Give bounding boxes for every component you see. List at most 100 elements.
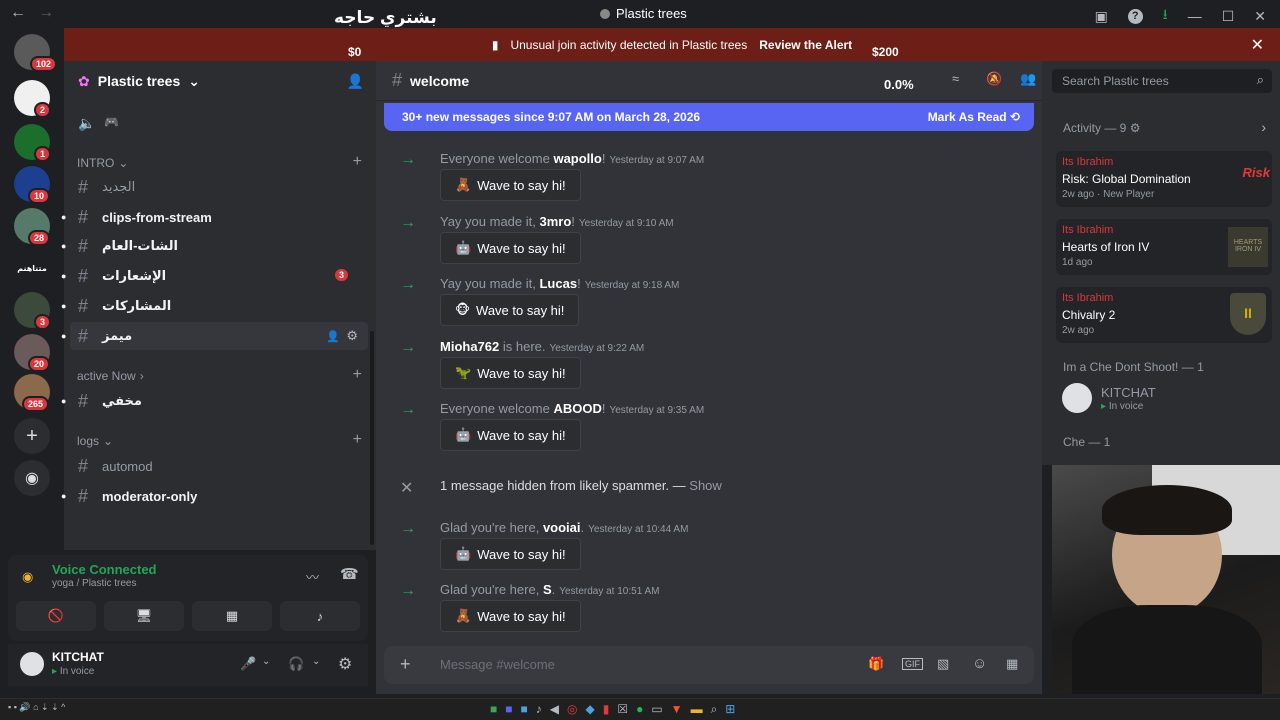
windows-start-icon[interactable]: ⊞ (725, 702, 735, 717)
taskbar-app-icon[interactable]: ▭ (651, 702, 662, 717)
threads-icon[interactable]: ≈ (952, 71, 959, 86)
activity-card[interactable]: Its Ibrahim Chivalry 2 2w ago II (1056, 287, 1272, 343)
scrollbar[interactable] (370, 331, 374, 545)
username[interactable]: wapollo (553, 151, 601, 166)
channel-item[interactable]: ● # مخفي (61, 387, 364, 415)
disconnect-icon[interactable]: ☎ (340, 565, 359, 583)
close-alert-icon[interactable]: ✕ (1251, 35, 1264, 55)
spotify-icon[interactable]: ● (636, 702, 643, 717)
server-icon[interactable]: 10 (14, 166, 51, 204)
taskbar-app-icon[interactable]: ▮ (603, 702, 610, 717)
chevron-down-icon[interactable]: ⌄ (312, 656, 320, 667)
wave-button[interactable]: 🦖 Wave to say hi! (440, 357, 581, 389)
username[interactable]: S (543, 582, 552, 597)
category-active-now[interactable]: active Now › (77, 369, 144, 383)
wave-button[interactable]: 🧸 Wave to say hi! (440, 600, 581, 632)
close-icon[interactable]: ✕ (400, 478, 413, 498)
wave-button[interactable]: 🤖 Wave to say hi! (440, 538, 581, 570)
server-icon[interactable]: 28 (14, 208, 51, 246)
category-logs[interactable]: logs ⌄ (77, 434, 113, 448)
chrome-icon[interactable]: ◎ (567, 702, 577, 717)
wave-button[interactable]: 🤖 Wave to say hi! (440, 232, 581, 264)
taskbar-app-icon[interactable]: ■ (521, 702, 528, 717)
username[interactable]: Lucas (539, 276, 577, 291)
download-icon[interactable]: ⭳ (1163, 4, 1168, 28)
server-icon[interactable]: 3 (14, 292, 52, 330)
gift-icon[interactable]: 🎁 (868, 656, 884, 672)
server-icon[interactable]: 265 (14, 374, 50, 412)
username[interactable]: vooiai (543, 520, 581, 535)
category-intro[interactable]: INTRO ⌄ (77, 156, 128, 170)
headphones-icon[interactable]: 🎧 (288, 656, 304, 672)
new-messages-bar[interactable]: 30+ new messages since 9:07 AM on March … (384, 103, 1034, 131)
channel-item[interactable]: # الجديد (64, 173, 364, 201)
search-input[interactable]: Search Plastic trees ⌕ (1052, 69, 1272, 93)
gif-icon[interactable]: GIF (902, 658, 923, 670)
wave-button[interactable]: 🤖 Wave to say hi! (440, 419, 581, 451)
server-icon[interactable]: 1 (14, 124, 52, 162)
inbox-icon[interactable]: ▣ (1095, 8, 1108, 25)
server-icon[interactable]: 2 (14, 80, 52, 118)
notifications-off-icon[interactable]: 🔕 (986, 71, 1002, 87)
search-icon[interactable]: ⌕ (711, 702, 718, 717)
close-window-icon[interactable]: ✕ (1254, 8, 1266, 25)
activity-header[interactable]: Activity — 9 ⚙ (1063, 121, 1140, 135)
username[interactable]: Mioha762 (440, 339, 499, 354)
maximize-icon[interactable]: ☐ (1222, 8, 1235, 25)
channel-item[interactable]: ● # ميمز ⚙ 👤 (61, 322, 368, 350)
add-channel-icon[interactable]: + (353, 431, 362, 449)
brave-icon[interactable]: ▼ (671, 702, 683, 717)
member-list-icon[interactable]: 👥 (1020, 71, 1036, 87)
member-name[interactable]: KITCHAT (1101, 385, 1156, 400)
taskbar-app-icon[interactable]: ◀ (550, 702, 559, 717)
attach-plus-icon[interactable]: + (400, 654, 411, 675)
chevron-right-icon[interactable]: › (1261, 119, 1266, 135)
server-icon[interactable]: 20 (14, 334, 51, 372)
channel-item[interactable]: ● # clips-from-stream (61, 203, 364, 231)
add-channel-icon[interactable]: + (353, 366, 362, 384)
voice-location[interactable]: yoga / Plastic trees (52, 578, 136, 589)
wave-button[interactable]: 🐵 Wave to say hi! (440, 294, 580, 326)
channel-item[interactable]: ● # الإشعارات 3 (61, 262, 364, 290)
invite-icon[interactable]: 👤 (326, 330, 340, 343)
review-alert-button[interactable]: Review the Alert (759, 38, 852, 52)
activities-button[interactable]: ▦ (192, 601, 272, 631)
taskbar-app-icon[interactable]: ■ (490, 702, 497, 717)
server-icon[interactable]: 102 (14, 34, 58, 72)
steam-icon[interactable]: ◆ (585, 702, 594, 717)
channel-item[interactable]: ● # المشاركات (61, 292, 364, 320)
noise-suppression-icon[interactable]: 〰 (306, 567, 319, 586)
server-icon[interactable]: متناهنم (14, 250, 50, 286)
minimize-icon[interactable]: — (1188, 8, 1202, 24)
chevron-down-icon[interactable]: ⌄ (262, 656, 270, 667)
server-header[interactable]: ✿ Plastic trees ⌄ 👤 (64, 61, 376, 101)
channel-item[interactable]: # automod (64, 452, 364, 480)
settings-gear-icon[interactable]: ⚙ (338, 654, 352, 674)
message-input[interactable]: Message #welcome (440, 657, 555, 672)
avatar[interactable] (1062, 383, 1092, 413)
username[interactable]: 3mro (539, 214, 571, 229)
apps-icon[interactable]: ▦ (1006, 656, 1018, 672)
taskbar-app-icon[interactable]: ☒ (617, 702, 628, 717)
add-channel-icon[interactable]: + (353, 153, 362, 171)
add-server-icon[interactable]: + (14, 418, 50, 454)
help-icon[interactable]: ? (1127, 8, 1143, 24)
sticker-icon[interactable]: ▧ (937, 656, 949, 672)
microphone-icon[interactable]: 🎤 (240, 656, 256, 672)
screen-share-button[interactable]: 🖥 (104, 601, 184, 631)
discover-icon[interactable]: ◉ (14, 460, 50, 496)
forward-arrow-icon[interactable]: → (38, 4, 54, 22)
channel-item[interactable]: ● # الشات-العام (61, 232, 364, 260)
show-hidden-link[interactable]: Show (689, 478, 722, 493)
tiktok-icon[interactable]: ♪ (536, 702, 542, 717)
soundboard-button[interactable]: ♪ (280, 601, 360, 631)
invite-icon[interactable]: 👤 (347, 73, 364, 90)
settings-gear-icon[interactable]: ⚙ (346, 328, 358, 344)
channel-item[interactable]: ● # moderator-only (61, 482, 364, 510)
wave-button[interactable]: 🧸 Wave to say hi! (440, 169, 581, 201)
username[interactable]: ABOOD (553, 401, 601, 416)
camera-off-button[interactable]: 🚫 (16, 601, 96, 631)
activity-card[interactable]: Its Ibrahim Hearts of Iron IV 1d ago HEA… (1056, 219, 1272, 275)
discord-taskbar-icon[interactable]: ■ (505, 702, 512, 717)
avatar[interactable] (18, 650, 46, 678)
